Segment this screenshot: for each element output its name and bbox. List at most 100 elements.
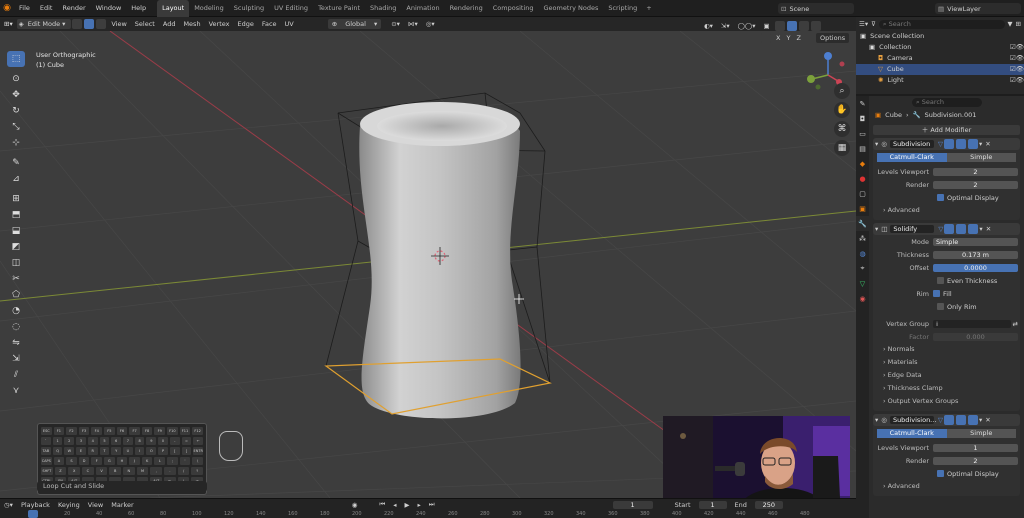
add-cube-icon[interactable]: ⊞	[7, 191, 25, 207]
axis-z-toggle[interactable]: Z	[794, 34, 802, 42]
bevel-icon[interactable]: ◩	[7, 239, 25, 255]
face-select-icon[interactable]	[96, 19, 107, 29]
dropdown-icon[interactable]: ▾	[979, 225, 982, 233]
snap-icon[interactable]: ⋈▾	[404, 17, 422, 31]
tab-layout[interactable]: Layout	[157, 0, 190, 17]
end-frame-field[interactable]: 250	[754, 500, 783, 509]
mirror-toggle-icon[interactable]	[761, 33, 771, 43]
tab-compositing[interactable]: Compositing	[488, 0, 539, 17]
thickness-field[interactable]: 0.173 m	[933, 250, 1018, 259]
subpanel-output-vertex-groups[interactable]: › Output Vertex Groups	[873, 395, 1020, 408]
dropdown-icon[interactable]: ▾	[979, 416, 982, 424]
simple-option[interactable]: Simple	[946, 153, 1016, 162]
solid-shading-icon[interactable]	[786, 21, 797, 31]
poly-build-icon[interactable]: ⬠	[7, 287, 25, 303]
eye-icon[interactable]: 👁	[1016, 53, 1024, 64]
scene-selector[interactable]: ⊡ Scene	[778, 3, 854, 14]
modifier-name-field[interactable]: Subdivision...	[889, 416, 936, 424]
marker-menu[interactable]: Marker	[111, 501, 133, 509]
vertex-group-field[interactable]: ⁞	[933, 319, 1011, 328]
filter-icon[interactable]: ⊽	[871, 20, 876, 28]
loop-cut-icon[interactable]: ◫	[7, 255, 25, 271]
outliner-item-light[interactable]: ✺ Light ☑ 👁	[856, 75, 1024, 86]
shrink-icon[interactable]: ⇲	[7, 351, 25, 367]
modifier-header[interactable]: ▾ ◫ Solidify ▽ ▾ ✕	[873, 223, 1020, 235]
cage-toggle-icon[interactable]	[943, 139, 954, 149]
catmull-clark-option[interactable]: Catmull-Clark	[877, 429, 947, 438]
blender-logo-icon[interactable]: ◉	[0, 0, 14, 17]
render-tab-icon[interactable]: ◘	[856, 111, 869, 126]
render-levels-field[interactable]: 2	[933, 180, 1018, 189]
advanced-subpanel[interactable]: › Advanced	[873, 480, 1020, 493]
scene-tab-icon[interactable]: ◆	[856, 156, 869, 171]
modifier-header[interactable]: ▾ ◎ Subdivision ▽ ▾ ✕	[873, 138, 1020, 150]
viewport-toggle-icon[interactable]	[956, 224, 967, 234]
tab-uv-editing[interactable]: UV Editing	[269, 0, 313, 17]
start-frame-field[interactable]: 1	[698, 500, 727, 509]
advanced-subpanel[interactable]: › Advanced	[873, 204, 1020, 217]
timeline-ruler[interactable]: 20 40 60 80 100 120 140 160 180 200 220 240 260 280 30…	[0, 510, 856, 518]
knife-icon[interactable]: ✂	[7, 271, 25, 287]
factor-field[interactable]: 0.000	[933, 332, 1018, 341]
pan-hand-icon[interactable]: ✋	[834, 102, 850, 118]
levels-viewport-field[interactable]: 2	[933, 167, 1018, 176]
viewport-toggle-icon[interactable]	[955, 139, 966, 149]
view-layer-tab-icon[interactable]: ▤	[856, 141, 869, 156]
even-thickness-row[interactable]: Even Thickness	[873, 274, 1020, 287]
rendered-shading-icon[interactable]	[810, 21, 821, 31]
outliner-item-camera[interactable]: ◘ Camera ☑ 👁	[856, 53, 1024, 64]
jump-start-icon[interactable]: ⏮	[379, 500, 385, 509]
extrude-icon[interactable]: ⬒	[7, 207, 25, 223]
data-tab-icon[interactable]: ▽	[856, 276, 869, 291]
inset-icon[interactable]: ⬓	[7, 223, 25, 239]
add-workspace-button[interactable]: +	[642, 4, 655, 12]
measure-icon[interactable]: ⊿	[7, 171, 25, 187]
scale-icon[interactable]: ⤡	[7, 119, 25, 135]
render-toggle-icon[interactable]	[968, 224, 979, 234]
tool-tab-icon[interactable]: ✎	[856, 96, 869, 111]
orientation-selector[interactable]: ⊕ Global ▾	[327, 19, 382, 29]
cage-toggle-icon[interactable]	[943, 415, 954, 425]
menu-help[interactable]: Help	[126, 0, 151, 17]
editor-type-icon[interactable]: ⊞▾	[0, 17, 17, 31]
invert-icon[interactable]: ⇄	[1013, 320, 1018, 328]
spin-icon[interactable]: ◔	[7, 303, 25, 319]
axis-x-toggle[interactable]: X	[774, 34, 782, 42]
subpanel-thickness-clamp[interactable]: › Thickness Clamp	[873, 382, 1020, 395]
axis-y-toggle[interactable]: Y	[784, 34, 792, 42]
keying-menu[interactable]: Keying	[58, 501, 80, 509]
optimal-display-row[interactable]: Optimal Display	[873, 467, 1020, 480]
optimal-display-checkbox[interactable]	[937, 470, 944, 477]
perspective-grid-icon[interactable]: ▦	[834, 140, 850, 156]
outliner-search-input[interactable]: ⌕ Search	[878, 19, 1005, 29]
pivot-icon[interactable]: ⊙▾	[387, 17, 404, 31]
cage-toggle-icon[interactable]	[944, 224, 955, 234]
eye-icon[interactable]: 👁	[1016, 64, 1024, 75]
header-menu-view[interactable]: View	[107, 17, 130, 31]
shear-icon[interactable]: ⫽	[7, 367, 25, 383]
cursor-icon[interactable]: ⊙	[7, 71, 25, 87]
header-menu-vertex[interactable]: Vertex	[205, 17, 234, 31]
material-shading-icon[interactable]	[798, 21, 809, 31]
proportional-edit-icon[interactable]: ◎▾	[422, 17, 439, 31]
playback-menu[interactable]: Playback	[21, 501, 50, 509]
header-menu-add[interactable]: Add	[159, 17, 180, 31]
tab-animation[interactable]: Animation	[401, 0, 444, 17]
only-rim-row[interactable]: Only Rim	[873, 300, 1020, 313]
menu-file[interactable]: File	[14, 0, 35, 17]
levels-viewport-field[interactable]: 1	[933, 443, 1018, 452]
tab-scripting[interactable]: Scripting	[603, 0, 642, 17]
outliner-item-collection[interactable]: ▣ Collection ☑ 👁	[856, 42, 1024, 53]
material-tab-icon[interactable]: ◉	[856, 291, 869, 306]
rip-icon[interactable]: ⋎	[7, 383, 25, 399]
only-rim-checkbox[interactable]	[937, 303, 944, 310]
select-box-icon[interactable]: ⬚	[7, 51, 25, 67]
outliner-type-icon[interactable]: ☰▾	[859, 20, 868, 28]
edge-select-icon[interactable]	[84, 19, 95, 29]
collection-tab-icon[interactable]: ▢	[856, 186, 869, 201]
close-icon[interactable]: ✕	[985, 140, 990, 148]
render-levels-field[interactable]: 2	[933, 456, 1018, 465]
physics-tab-icon[interactable]: ◍	[856, 246, 869, 261]
wireframe-shading-icon[interactable]	[774, 21, 785, 31]
modifier-name-field[interactable]: Subdivision	[889, 140, 934, 148]
